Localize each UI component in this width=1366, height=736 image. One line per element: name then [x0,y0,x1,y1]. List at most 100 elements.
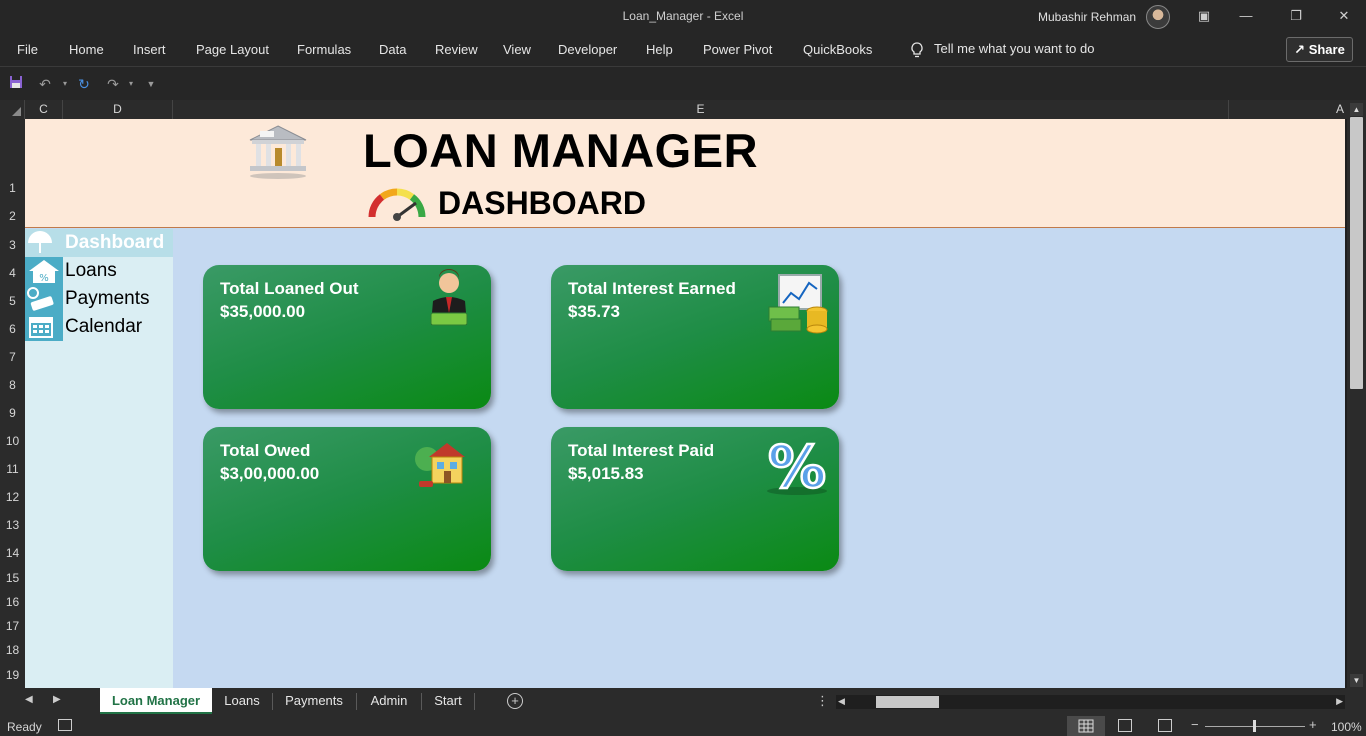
sidebar-nav: Dashboard % Loans Payments Calendar [25,229,173,688]
tab-formulas[interactable]: Formulas [297,42,351,57]
horizontal-scrollbar[interactable]: ◀ ▶ [836,695,1345,709]
worksheet[interactable]: LOAN MANAGER DASHBOARD Dashboard % Loans… [25,119,1345,688]
row-header[interactable]: 15 [0,571,25,585]
avatar[interactable] [1146,5,1170,29]
zoom-slider-thumb[interactable] [1253,720,1256,732]
row-header[interactable]: 11 [0,462,25,476]
tell-me-text: Tell me what you want to do [934,41,1095,56]
restore-icon[interactable]: ❐ [1276,4,1316,28]
sheet-tab-loan-manager[interactable]: Loan Manager [100,688,212,714]
umbrella-icon [25,229,63,257]
row-header[interactable]: 8 [0,378,25,392]
zoom-level[interactable]: 100% [1331,720,1362,734]
tab-scroll-left-icon[interactable]: ◀ [25,694,33,705]
row-header[interactable]: 10 [0,434,25,448]
row-header[interactable]: 3 [0,238,25,252]
sheet-tab-payments[interactable]: Payments [274,688,354,714]
page-title: LOAN MANAGER [363,124,759,177]
row-header[interactable]: 12 [0,490,25,504]
customize-qat-icon[interactable]: ▼ [142,75,160,93]
tab-home[interactable]: Home [69,42,104,57]
row-header[interactable]: 16 [0,595,25,609]
sheet-tabs-bar: ◀ ▶ Loan Manager Loans Payments Admin St… [0,688,1366,716]
sidebar-item-payments[interactable]: Payments [25,285,173,313]
scroll-right-icon[interactable]: ▶ [1336,696,1343,707]
row-header[interactable]: 14 [0,546,25,560]
minimize-icon[interactable]: — [1226,4,1266,28]
card-label: Total Interest Paid [568,441,715,460]
header-banner: LOAN MANAGER DASHBOARD [25,119,1345,228]
row-header[interactable]: 17 [0,619,25,633]
redo-icon[interactable]: ↷ [104,75,122,93]
card-label: Total Loaned Out [220,279,359,298]
sheet-tab-admin[interactable]: Admin [358,688,420,714]
add-sheet-icon[interactable]: + [507,693,523,709]
scroll-left-icon[interactable]: ◀ [838,696,845,707]
sheet-tab-start[interactable]: Start [423,688,473,714]
horizontal-scroll-thumb[interactable] [876,696,939,708]
sidebar-item-loans[interactable]: % Loans [25,257,173,285]
undo-dropdown-icon[interactable]: ▾ [56,75,74,93]
card-total-loaned-out[interactable]: Total Loaned Out $35,000.00 [203,265,491,409]
ribbon-display-icon[interactable]: ▣ [1184,4,1224,28]
row-header[interactable]: 1 [0,181,25,195]
page-layout-view-icon[interactable] [1118,719,1132,732]
vertical-scrollbar[interactable]: ▲ ▼ [1347,100,1366,688]
column-header-c[interactable]: C [25,100,63,119]
row-header[interactable]: 13 [0,518,25,532]
share-button[interactable]: ↗ Share [1286,37,1353,62]
card-total-owed[interactable]: Total Owed $3,00,000.00 [203,427,491,571]
column-header-d[interactable]: D [63,100,173,119]
quick-access-toolbar: ↶ ▾ ↻ ↷ ▾ ▼ [0,66,1366,100]
row-header[interactable]: 9 [0,406,25,420]
save-icon[interactable] [7,75,25,93]
column-header-a[interactable]: A [1229,100,1347,119]
gauge-icon [368,188,426,221]
vertical-scroll-thumb[interactable] [1350,117,1363,389]
tab-scroll-right-icon[interactable]: ▶ [53,694,61,705]
column-header-e[interactable]: E [173,100,1229,119]
tab-insert[interactable]: Insert [133,42,166,57]
macro-record-icon[interactable] [58,719,72,731]
normal-view-icon[interactable] [1067,716,1105,736]
user-name[interactable]: Mubashir Rehman [1038,10,1136,24]
row-header[interactable]: 6 [0,322,25,336]
tab-data[interactable]: Data [379,42,406,57]
row-header[interactable]: 7 [0,350,25,364]
close-icon[interactable]: ✕ [1324,4,1364,28]
card-total-interest-paid[interactable]: Total Interest Paid $5,015.83 % [551,427,839,571]
row-header[interactable]: 2 [0,209,25,223]
row-headers: 1 2 3 4 5 6 7 8 9 10 11 12 13 14 15 16 1… [0,119,25,688]
sidebar-item-dashboard[interactable]: Dashboard [25,229,173,257]
tab-help[interactable]: Help [646,42,673,57]
row-header[interactable]: 5 [0,294,25,308]
page-break-view-icon[interactable] [1158,719,1172,732]
title-bar: Loan_Manager - Excel Mubashir Rehman ▣ —… [0,0,1366,33]
select-all-button[interactable] [0,100,25,119]
row-header[interactable]: 19 [0,668,25,682]
zoom-out-icon[interactable]: − [1191,717,1199,732]
refresh-icon[interactable]: ↻ [75,75,93,93]
redo-dropdown-icon[interactable]: ▾ [122,75,140,93]
tab-quickbooks[interactable]: QuickBooks [803,42,872,57]
tab-view[interactable]: View [503,42,531,57]
tab-developer[interactable]: Developer [558,42,617,57]
tab-file[interactable]: File [17,42,38,57]
row-header[interactable]: 18 [0,643,25,657]
more-options-icon[interactable]: ⋮ [816,693,829,709]
tab-power-pivot[interactable]: Power Pivot [703,42,772,57]
share-label: Share [1308,42,1345,57]
sheet-tab-loans[interactable]: Loans [214,688,270,714]
sidebar-item-calendar[interactable]: Calendar [25,313,173,341]
card-total-interest-earned[interactable]: Total Interest Earned $35.73 [551,265,839,409]
undo-icon[interactable]: ↶ [36,75,54,93]
house-percent-icon: % [25,257,63,285]
scroll-up-icon[interactable]: ▲ [1350,103,1363,116]
row-header[interactable]: 4 [0,266,25,280]
scroll-down-icon[interactable]: ▼ [1350,674,1363,687]
zoom-in-icon[interactable]: + [1309,717,1317,732]
tell-me-search[interactable]: Tell me what you want to do [910,41,1094,58]
sidebar-item-label: Payments [65,288,150,309]
tab-page-layout[interactable]: Page Layout [196,42,269,57]
tab-review[interactable]: Review [435,42,478,57]
